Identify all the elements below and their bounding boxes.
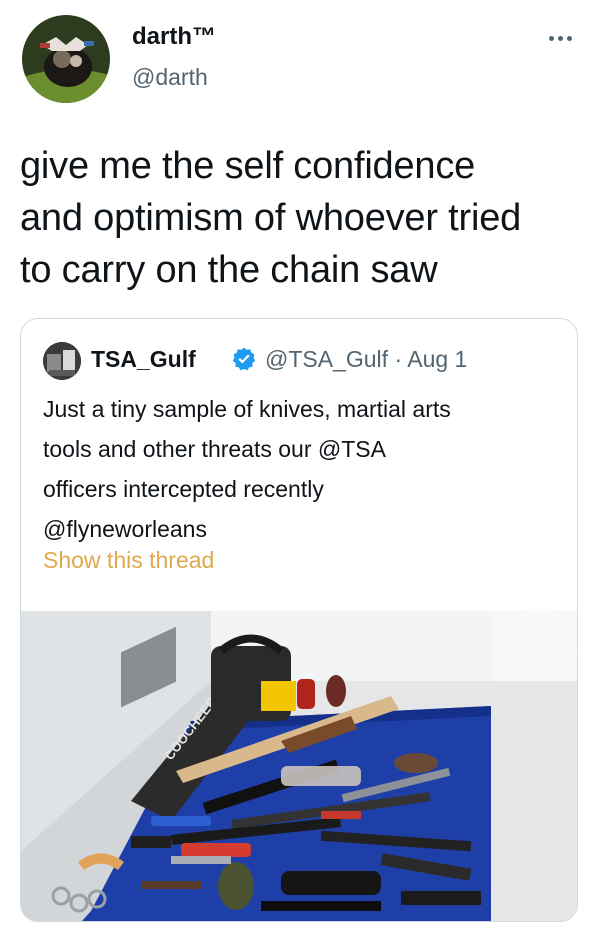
quoted-author-name[interactable]: TSA_Gulf: [91, 344, 196, 374]
show-thread-link[interactable]: Show this thread: [43, 545, 214, 575]
quoted-handle-date[interactable]: @TSA_Gulf · Aug 1: [265, 344, 467, 374]
author-handle[interactable]: @darth: [132, 63, 208, 91]
verified-badge-icon: [232, 347, 256, 371]
quoted-tweet-card[interactable]: TSA_Gulf @TSA_Gulf · Aug 1 Just a tiny s…: [20, 318, 578, 922]
quoted-author-avatar[interactable]: [43, 342, 81, 380]
quoted-tweet-text: Just a tiny sample of knives, martial ar…: [43, 396, 451, 542]
author-name[interactable]: darth™: [132, 23, 216, 51]
tweet-text: give me the self confidence and optimism…: [20, 145, 522, 291]
confiscated-items-photo[interactable]: COOCHEER: [21, 611, 577, 922]
author-avatar[interactable]: [22, 15, 110, 103]
more-options-icon[interactable]: [540, 28, 580, 48]
